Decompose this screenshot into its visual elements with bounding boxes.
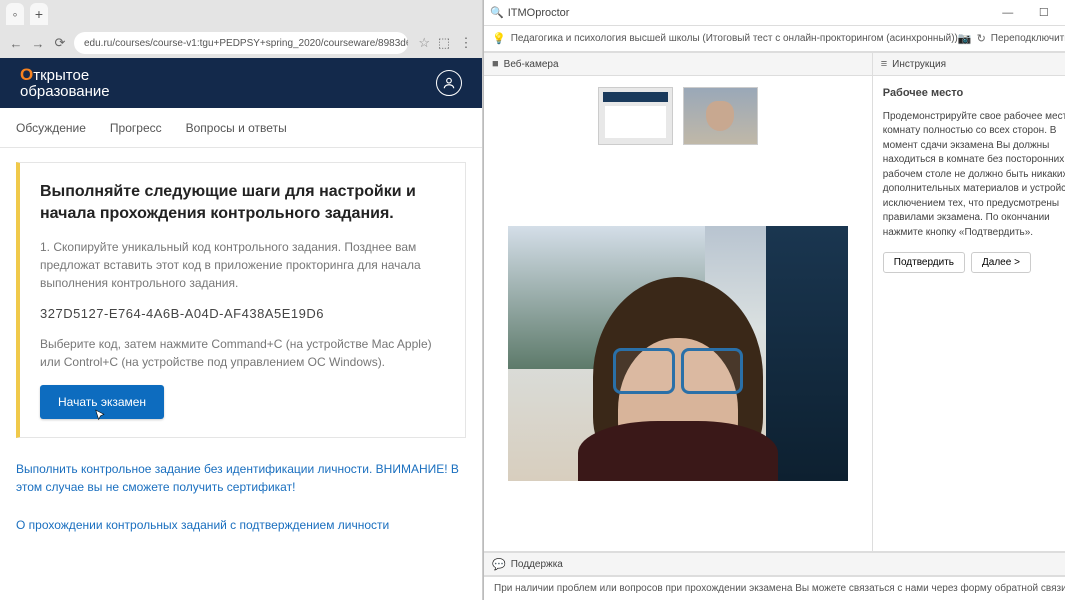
exam-info-bar: 💡 Педагогика и психология высшей школы (… [484, 26, 1065, 52]
chat-icon: 💬 [492, 558, 506, 571]
tab-progress[interactable]: Прогресс [110, 121, 162, 135]
exam-setup-card: Выполняйте следующие шаги для настройки … [16, 162, 466, 438]
screen-thumbnail[interactable] [598, 87, 673, 145]
link-about-proctoring[interactable]: О прохождении контрольных заданий с подт… [16, 516, 466, 534]
window-titlebar: 🔍 ITMOproctor — ☐ ✕ [484, 0, 1065, 26]
app-icon: 🔍 [490, 6, 504, 19]
instructions-heading: Рабочее место [883, 86, 1065, 102]
browser-tab-strip: ◦ + [0, 0, 482, 28]
thumbnails-row [484, 76, 872, 156]
reconnect-label[interactable]: Переподключиться [991, 33, 1065, 44]
next-button[interactable]: Далее > [971, 252, 1031, 273]
tab-discussion[interactable]: Обсуждение [16, 121, 86, 135]
support-text: При наличии проблем или вопросов при про… [484, 576, 1065, 600]
instructions-text: Продемонстрируйте свое рабочее место и к… [883, 110, 1065, 241]
bookmark-icon[interactable]: ☆ [418, 35, 430, 51]
browser-toolbar: ← → ⟳ edu.ru/courses/course-v1:tgu+PEDPS… [0, 28, 482, 58]
webcam-feed [508, 226, 848, 481]
video-icon: ■ [492, 58, 499, 70]
start-exam-button[interactable]: Начать экзамен [40, 385, 164, 419]
proctor-window: 🔍 ITMOproctor — ☐ ✕ 💡 Педагогика и психо… [483, 0, 1065, 600]
copy-hint: Выберите код, затем нажмите Command+C (н… [40, 335, 445, 371]
browser-window: ◦ + ← → ⟳ edu.ru/courses/course-v1:tgu+P… [0, 0, 483, 600]
refresh-icon[interactable]: ↻ [977, 32, 986, 45]
webcam-area [484, 156, 872, 551]
extension-icon[interactable]: ⬚ [436, 35, 452, 51]
confirm-button[interactable]: Подтвердить [883, 252, 965, 273]
list-icon: ≡ [881, 58, 887, 70]
support-panel-header: 💬 Поддержка [484, 552, 1065, 576]
user-avatar-icon[interactable] [436, 70, 462, 96]
cursor-icon [94, 409, 108, 423]
forward-icon[interactable]: → [30, 35, 46, 51]
webcam-panel: ■ Веб-камера [484, 52, 873, 551]
support-panel: 💬 Поддержка При наличии проблем или вопр… [484, 551, 1065, 600]
address-bar[interactable]: edu.ru/courses/course-v1:tgu+PEDPSY+spri… [74, 32, 408, 54]
back-icon[interactable]: ← [8, 35, 24, 51]
bulb-icon: 💡 [492, 32, 506, 45]
step-1-text: 1. Скопируйте уникальный код контрольног… [40, 238, 445, 292]
instructions-panel-header: ≡ Инструкция [873, 52, 1065, 76]
link-no-identity[interactable]: Выполнить контрольное задание без иденти… [16, 460, 466, 496]
webcam-panel-header: ■ Веб-камера [484, 52, 872, 76]
links-section: Выполнить контрольное задание без иденти… [16, 460, 466, 534]
site-header: Открытое образование [0, 58, 482, 108]
tab-qa[interactable]: Вопросы и ответы [186, 121, 287, 135]
camera-thumbnail[interactable] [683, 87, 758, 145]
exam-title: Педагогика и психология высшей школы (Ит… [511, 33, 958, 44]
minimize-button[interactable]: — [991, 3, 1025, 23]
course-tabs: Обсуждение Прогресс Вопросы и ответы [0, 108, 482, 148]
card-heading: Выполняйте следующие шаги для настройки … [40, 181, 445, 224]
url-text: edu.ru/courses/course-v1:tgu+PEDPSY+spri… [84, 38, 408, 49]
menu-icon[interactable]: ⋮ [458, 35, 474, 51]
maximize-button[interactable]: ☐ [1027, 3, 1061, 23]
camera-small-icon[interactable]: 📷 [958, 32, 972, 45]
tab-active[interactable]: ◦ [6, 3, 24, 25]
app-title: ITMOproctor [508, 7, 570, 19]
instructions-panel: ≡ Инструкция Рабочее место Продемонстрир… [873, 52, 1065, 551]
site-logo[interactable]: Открытое образование [20, 66, 110, 100]
reload-icon[interactable]: ⟳ [52, 35, 68, 51]
new-tab-button[interactable]: + [30, 3, 48, 25]
exam-code[interactable]: 327D5127-E764-4A6B-A04D-AF438A5E19D6 [40, 306, 445, 321]
page-content: Выполняйте следующие шаги для настройки … [0, 148, 482, 600]
